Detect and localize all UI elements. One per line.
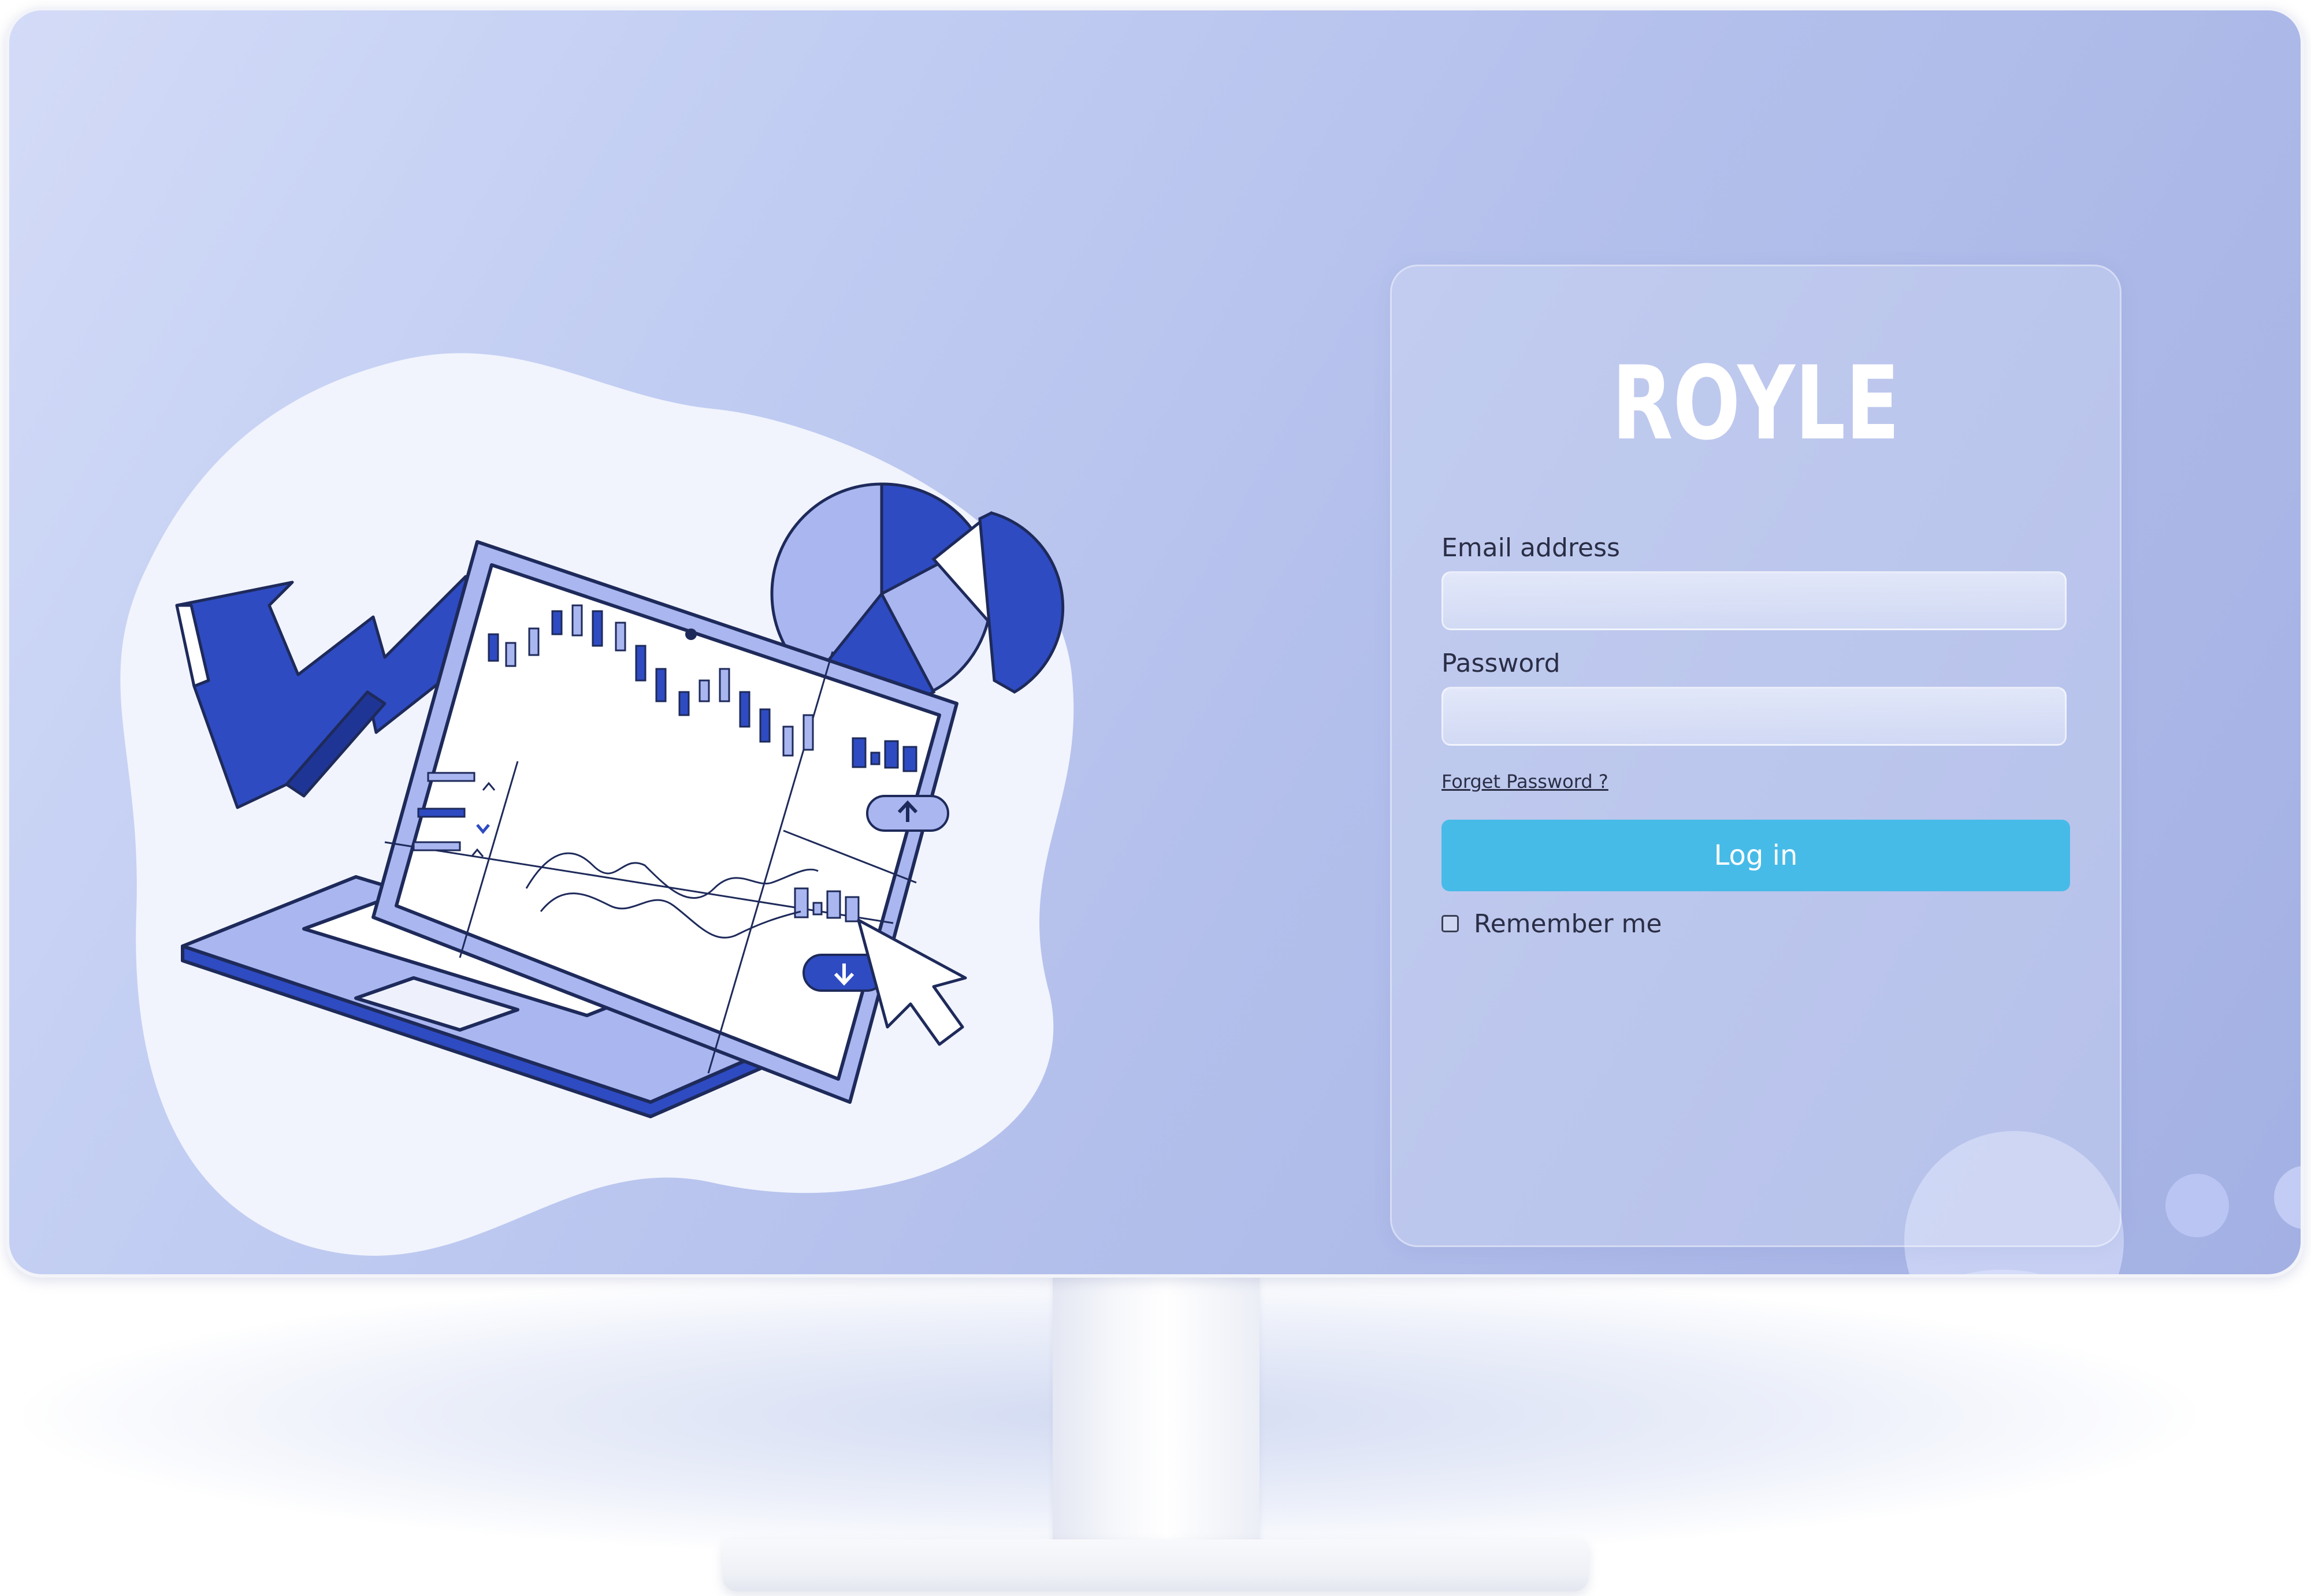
- forgot-password-link[interactable]: Forget Password ?: [1441, 771, 1608, 793]
- screen: ROYLE Email address Password Forget Pass…: [9, 10, 2301, 1274]
- monitor-frame: ROYLE Email address Password Forget Pass…: [6, 7, 2304, 1278]
- monitor-stand-neck: [1053, 1277, 1259, 1565]
- remember-me-label: Remember me: [1474, 909, 1662, 939]
- monitor-stand-base: [722, 1539, 1589, 1591]
- password-input[interactable]: [1441, 687, 2067, 746]
- brand-logo: ROYLE: [1611, 344, 1900, 463]
- email-input[interactable]: [1441, 571, 2067, 630]
- laptop-illustration: [120, 353, 1074, 1256]
- remember-me-checkbox[interactable]: [1441, 915, 1459, 932]
- email-label: Email address: [1441, 533, 1620, 563]
- decor-bubble: [2274, 1166, 2301, 1229]
- login-button[interactable]: Log in: [1441, 820, 2070, 891]
- up-arrow-icon: [866, 795, 949, 832]
- remember-me-row[interactable]: Remember me: [1441, 906, 1662, 941]
- password-label: Password: [1441, 649, 1561, 678]
- decor-bubble: [2165, 1174, 2229, 1237]
- login-card: ROYLE Email address Password Forget Pass…: [1390, 265, 2121, 1247]
